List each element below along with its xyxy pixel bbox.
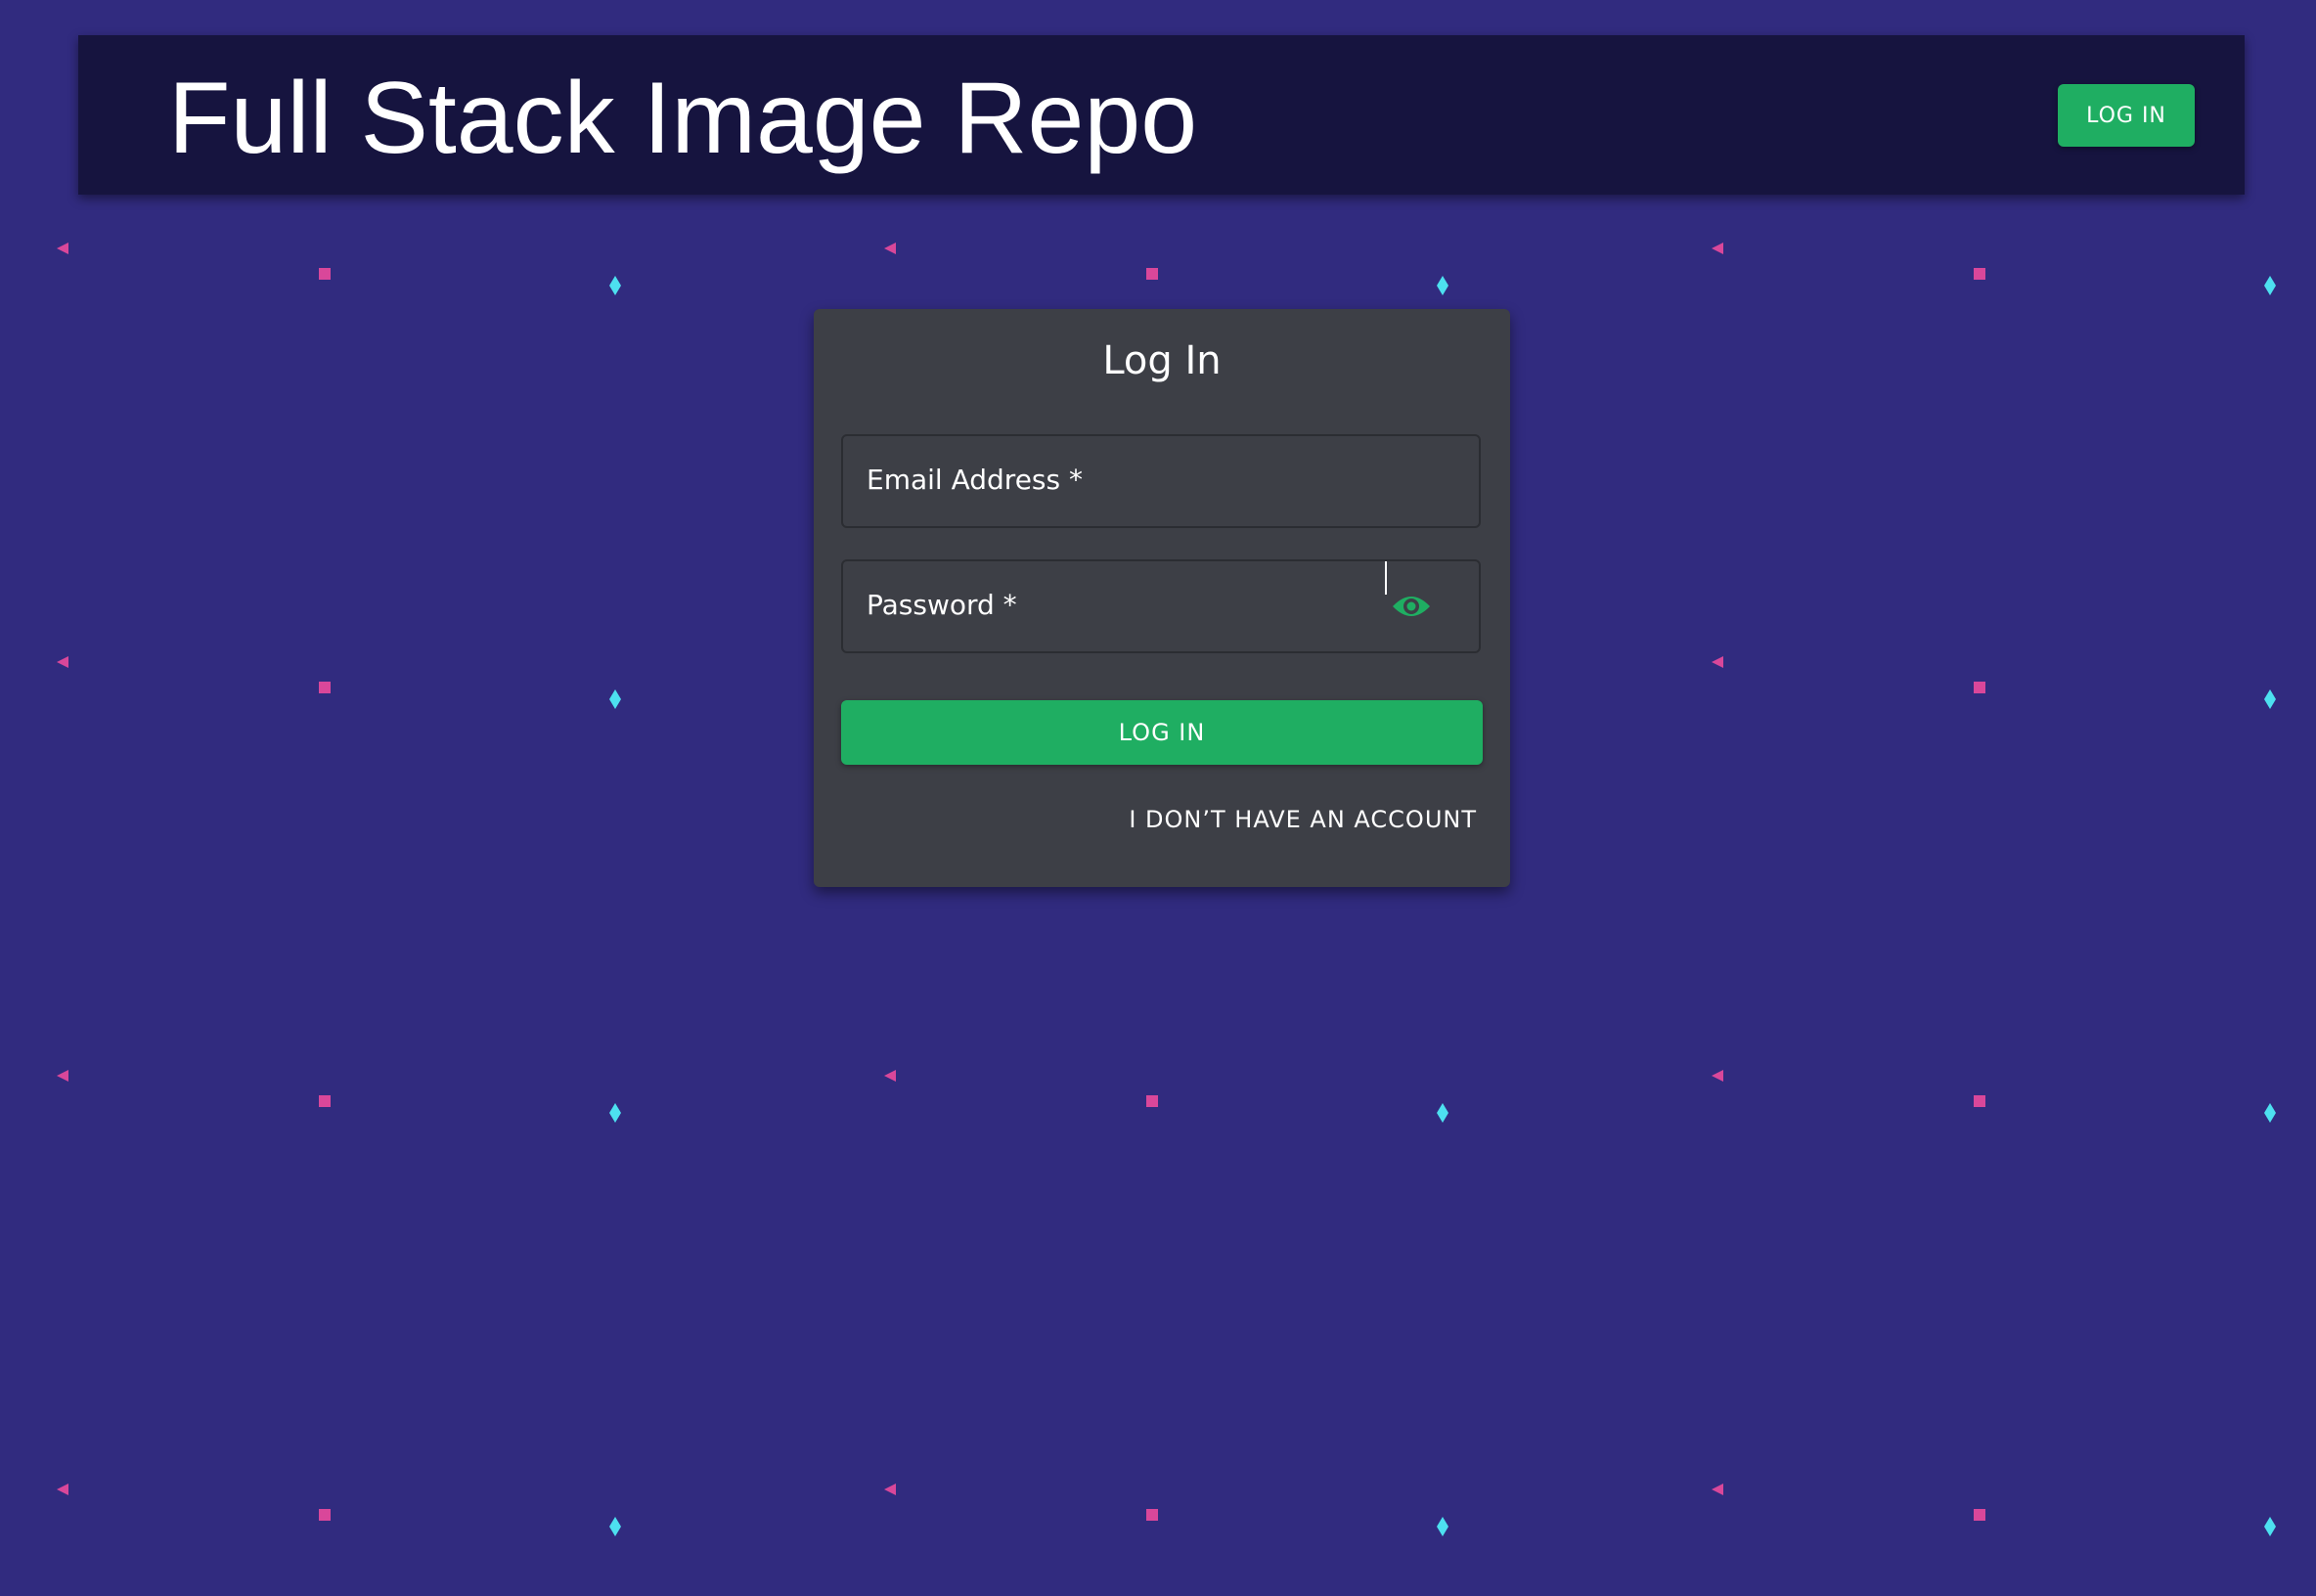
login-card-title: Log In: [1102, 338, 1222, 383]
text-cursor: [1385, 561, 1387, 595]
no-account-link[interactable]: I DON’T HAVE AN ACCOUNT: [1129, 806, 1477, 833]
app-bar: Full Stack Image Repo LOG IN: [78, 35, 2245, 195]
email-field[interactable]: Email Address *: [841, 434, 1481, 528]
login-submit-button[interactable]: LOG IN: [841, 700, 1483, 765]
password-field[interactable]: Password *: [841, 559, 1481, 653]
password-input[interactable]: [843, 561, 1479, 651]
header-login-button[interactable]: LOG IN: [2058, 84, 2195, 147]
app-title: Full Stack Image Repo: [168, 62, 1198, 175]
email-input[interactable]: [843, 436, 1479, 526]
eye-icon: [1393, 597, 1430, 616]
password-visibility-toggle[interactable]: [1391, 591, 1432, 622]
login-card: Log In Email Address * Password * LOG IN…: [814, 309, 1510, 887]
